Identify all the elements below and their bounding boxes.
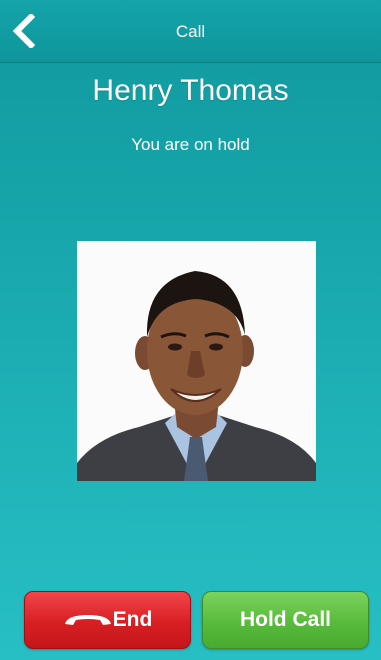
phone-hangup-icon — [64, 615, 111, 625]
caller-name: Henry Thomas — [92, 74, 289, 107]
page-title: Call — [175, 22, 206, 41]
end-call-button[interactable]: End — [24, 591, 191, 649]
navigation-bar: Call — [0, 0, 381, 63]
caller-photo — [77, 241, 316, 481]
hold-call-label: Hold Call — [239, 608, 331, 631]
person-portrait — [77, 271, 316, 481]
end-call-label: End — [112, 608, 153, 631]
call-status: You are on hold — [131, 135, 250, 154]
hold-call-button[interactable]: Hold Call — [202, 591, 369, 649]
call-screen: Call Henry Thomas You are on hold End Ho… — [0, 0, 381, 660]
